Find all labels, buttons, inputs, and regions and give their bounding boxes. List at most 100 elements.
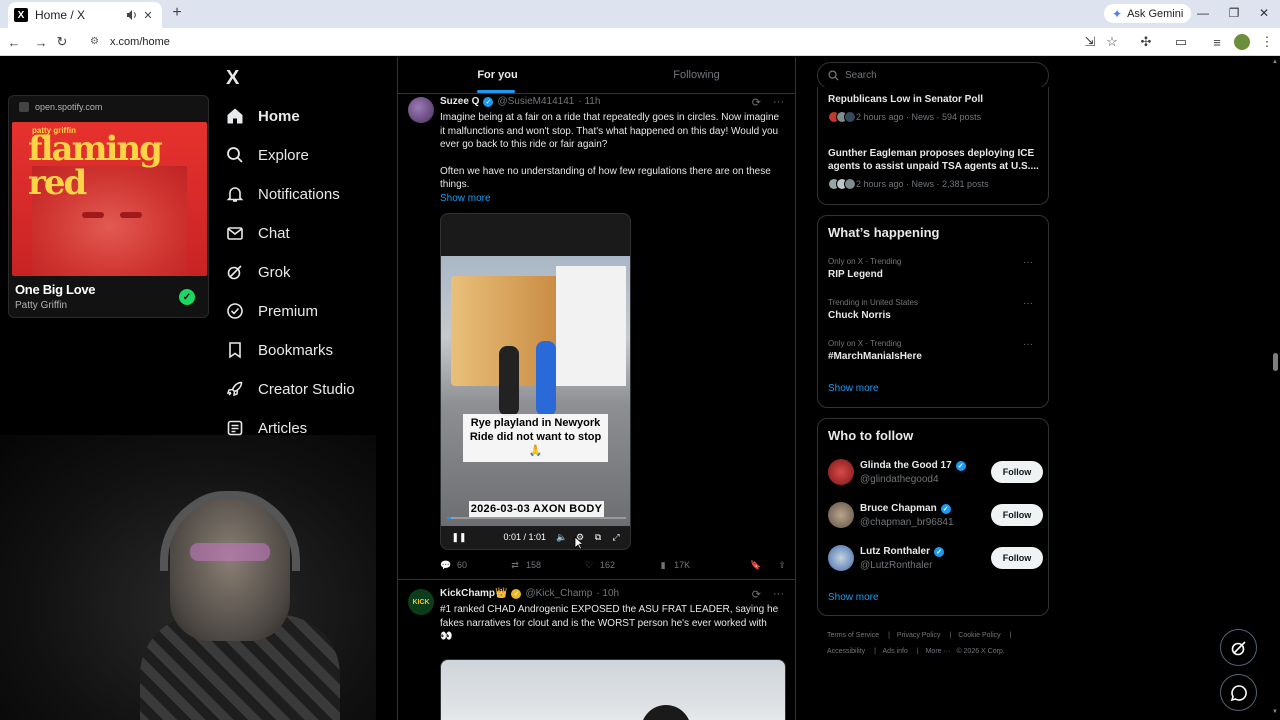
follow-suggestion[interactable]: Bruce Chapman ✓ @chapman_br96841 Follow [828, 500, 1043, 530]
news-item[interactable]: Gunther Eagleman proposes deploying ICE … [828, 147, 1043, 190]
fullscreen-icon[interactable]: ⤢ [608, 529, 624, 545]
pip-icon[interactable]: ⧉ [590, 529, 606, 545]
scroll-up-arrow-icon[interactable]: ▲ [1272, 59, 1278, 65]
speaker-icon[interactable] [124, 7, 140, 23]
post-author-handle[interactable]: @SusieM414141 [497, 96, 574, 107]
post-time[interactable]: · 10h [596, 588, 619, 599]
liked-check-icon[interactable]: ✓ [179, 289, 195, 305]
nav-chat[interactable]: Chat [226, 218, 386, 248]
address-bar[interactable]: ⚙ x.com/home [80, 31, 1080, 53]
nav-notifications[interactable]: Notifications [226, 179, 386, 209]
ads-info-link[interactable]: Ads info [883, 648, 908, 655]
trend-item[interactable]: Only on X · Trending #MarchManiaIsHere ·… [828, 339, 1043, 362]
nav-bookmarks[interactable]: Bookmarks [226, 335, 386, 365]
nav-home[interactable]: Home [226, 101, 386, 131]
like-button[interactable]: ♡ 162 [583, 559, 615, 571]
more-link[interactable]: More ··· [926, 648, 951, 655]
terms-link[interactable]: Terms of Service [827, 632, 879, 639]
reply-button[interactable]: 💬 60 [440, 559, 467, 571]
follow-show-more-link[interactable]: Show more [828, 592, 879, 603]
accessibility-link[interactable]: Accessibility [827, 648, 865, 655]
scrollbar-thumb[interactable] [1273, 353, 1278, 371]
grok-fab-button[interactable] [1220, 629, 1257, 666]
restore-window-icon[interactable]: ❐ [1223, 4, 1245, 22]
back-icon[interactable]: ← [5, 33, 23, 51]
trend-more-icon[interactable]: ··· [1023, 339, 1033, 350]
nav-articles[interactable]: Articles [226, 413, 386, 443]
follow-button[interactable]: Follow [991, 504, 1043, 526]
suggestion-avatar[interactable] [828, 502, 854, 528]
x-logo-icon[interactable]: X [226, 67, 246, 89]
reload-icon[interactable]: ↻ [53, 33, 71, 51]
nav-creator-studio[interactable]: Creator Studio [226, 374, 386, 404]
share-icon[interactable]: ⇪ [776, 559, 788, 571]
close-window-icon[interactable]: ✕ [1253, 4, 1275, 22]
grok-post-icon[interactable]: ⟳ [752, 588, 761, 601]
nav-notifications-label: Notifications [258, 185, 340, 203]
video-progress-bar[interactable] [447, 517, 626, 519]
privacy-link[interactable]: Privacy Policy [897, 632, 941, 639]
new-tab-button[interactable]: + [168, 4, 186, 22]
news-item[interactable]: Republicans Low in Senator Poll 2 hours … [828, 93, 1043, 123]
browser-tab[interactable]: X Home / X ✕ [8, 2, 162, 28]
post-header: Suzee Q ✓ @SusieM414141 · 11h [440, 96, 600, 107]
volume-icon[interactable]: 🔈 [554, 529, 570, 545]
post-video[interactable]: Rye playland in Newyork Ride did not wan… [440, 213, 631, 550]
post-author-name[interactable]: Suzee Q [440, 96, 479, 107]
cookie-link[interactable]: Cookie Policy [958, 632, 1000, 639]
follow-suggestion[interactable]: Glinda the Good 17 ✓ @glindathegood4 Foll… [828, 457, 1043, 487]
home-timeline: For you Following Suzee Q ✓ @SusieM41414… [397, 57, 796, 720]
post-author-name[interactable]: KickChamp👑 [440, 588, 507, 599]
post-kickchamp[interactable]: KICK KickChamp👑 ✓ @Kick_Champ · 10h ⟳ ··… [398, 585, 796, 720]
trends-show-more-link[interactable]: Show more [828, 383, 879, 394]
trend-more-icon[interactable]: ··· [1023, 298, 1033, 309]
ask-gemini-button[interactable]: ✦ Ask Gemini [1104, 4, 1192, 23]
browser-menu-icon[interactable]: ⋮ [1258, 33, 1276, 51]
install-app-icon[interactable]: ⇲ [1081, 33, 1099, 51]
minimize-window-icon[interactable]: — [1192, 4, 1214, 22]
nav-explore[interactable]: Explore [226, 140, 386, 170]
nav-premium[interactable]: Premium [226, 296, 386, 326]
site-info-icon[interactable]: ⚙ [90, 36, 102, 48]
suggestion-avatar[interactable] [828, 459, 854, 485]
bookmark-star-icon[interactable]: ☆ [1103, 33, 1121, 51]
show-more-link[interactable]: Show more [440, 192, 785, 206]
nav-grok[interactable]: Grok [226, 257, 386, 287]
pause-icon[interactable]: ❚❚ [451, 529, 467, 545]
tab-for-you[interactable]: For you [398, 57, 597, 93]
follow-suggestion[interactable]: Lutz Ronthaler ✓ @LutzRonthaler Follow [828, 543, 1043, 573]
follow-button[interactable]: Follow [991, 547, 1043, 569]
post-time[interactable]: · 11h [578, 96, 600, 107]
more-options-icon[interactable]: ··· [773, 588, 784, 601]
post-avatar[interactable]: KICK [408, 589, 434, 615]
post-avatar[interactable] [408, 97, 434, 123]
spotify-mini-player[interactable]: open.spotify.com patty griffin flaming r… [8, 95, 209, 318]
suggestion-avatar[interactable] [828, 545, 854, 571]
grok-post-icon[interactable]: ⟳ [752, 96, 761, 109]
page-scrollbar[interactable]: ▲ ▼ [1271, 57, 1280, 720]
close-tab-icon[interactable]: ✕ [140, 7, 156, 23]
trend-item[interactable]: Trending in United States Chuck Norris ·… [828, 298, 1043, 321]
suggestion-handle: @LutzRonthaler [860, 560, 933, 571]
extensions-icon[interactable]: ✣ [1137, 33, 1155, 51]
forward-icon[interactable]: → [32, 33, 50, 51]
trend-item[interactable]: Only on X · Trending RIP Legend ··· [828, 257, 1043, 280]
media-controls-icon[interactable]: ≡ [1208, 33, 1226, 51]
follow-button[interactable]: Follow [991, 461, 1043, 483]
search-input[interactable]: Search [817, 62, 1049, 89]
post-author-handle[interactable]: @Kick_Champ [525, 588, 592, 599]
bookmark-post-icon[interactable]: 🔖 [750, 559, 762, 571]
repost-button[interactable]: ⇄ 158 [509, 559, 541, 571]
messages-fab-button[interactable] [1220, 674, 1257, 711]
post-image[interactable] [440, 659, 786, 720]
scroll-down-arrow-icon[interactable]: ▼ [1272, 709, 1278, 715]
tab-following[interactable]: Following [597, 57, 796, 93]
sidepanel-icon[interactable]: ▭ [1172, 33, 1190, 51]
nav-bookmarks-label: Bookmarks [258, 341, 334, 359]
news-meta-text: 2 hours ago · News · 594 posts [856, 112, 982, 122]
more-options-icon[interactable]: ··· [773, 96, 784, 109]
post-suzee-q[interactable]: Suzee Q ✓ @SusieM414141 · 11h ⟳ ··· Imag… [398, 95, 796, 579]
profile-avatar[interactable] [1234, 34, 1250, 50]
trend-more-icon[interactable]: ··· [1023, 257, 1033, 268]
views-button[interactable]: ▮ 17K [657, 559, 691, 571]
